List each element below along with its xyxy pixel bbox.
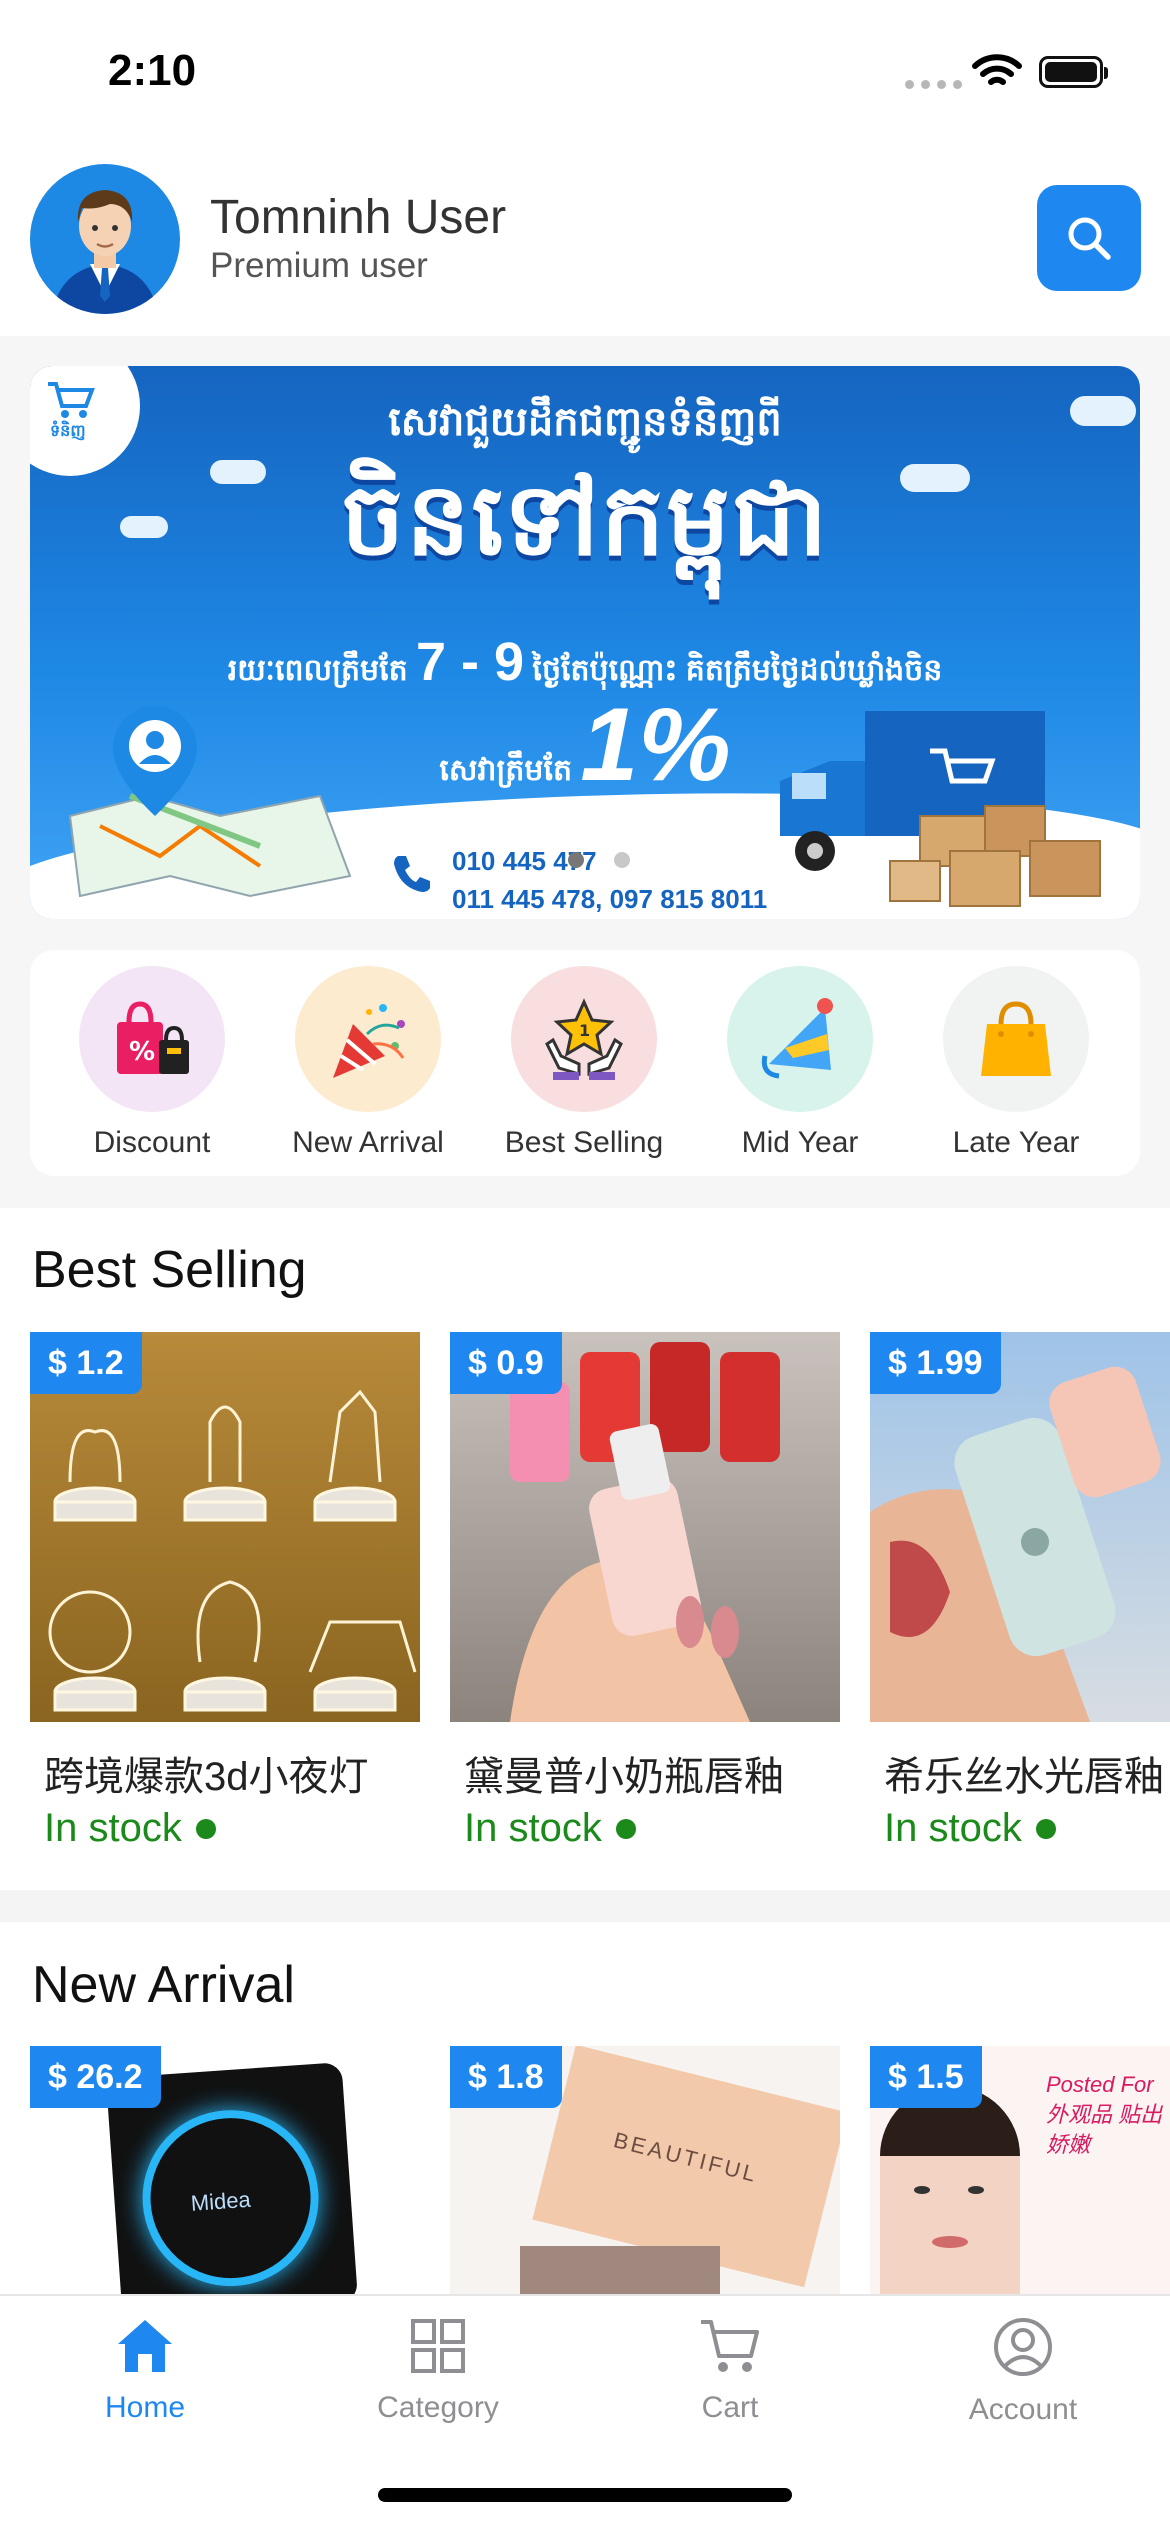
nav-label: Cart — [701, 2391, 759, 2424]
nav-label: Home — [104, 2391, 186, 2424]
product-card[interactable]: Posted For 外观品 贴出娇嫩 $ 1.5 — [870, 2046, 1170, 2296]
home-indicator — [378, 2488, 792, 2502]
nav-label: Category — [377, 2391, 499, 2424]
category-discount[interactable]: % Discount — [54, 966, 250, 1160]
section-title-new-arrival: New Arrival — [32, 1956, 295, 2014]
category-label: Mid Year — [741, 1126, 859, 1159]
nav-label: Account — [968, 2393, 1078, 2426]
product-image: BEAUTIFUL $ 1.8 — [450, 2046, 840, 2296]
user-role: Premium user — [210, 246, 428, 285]
category-new-arrival[interactable]: New Arrival — [270, 966, 466, 1160]
product-card[interactable]: $ 1.99 希乐丝水光唇釉 In stock — [870, 1332, 1170, 1851]
category-label: Late Year — [952, 1126, 1080, 1159]
status-time: 2:10 — [108, 46, 197, 95]
product-card[interactable]: BEAUTIFUL $ 1.8 — [450, 2046, 840, 2296]
nav-account[interactable]: Account — [913, 2316, 1133, 2427]
nav-home[interactable]: Home — [35, 2316, 255, 2425]
banner-phones: 010 445 477 011 445 478, 097 815 8011 — [452, 846, 768, 914]
stock-status: In stock — [464, 1806, 840, 1851]
shopping-bag-icon — [981, 1001, 1051, 1076]
category-shortcuts: % Discount New Arrival 1 Best Selling Mi… — [30, 950, 1140, 1176]
user-name: Tomninh User — [210, 191, 507, 244]
product-image: $ 1.99 — [870, 1332, 1170, 1722]
banner-line1: សេវាជួយដឹកជញ្ជូនទំនិញពី — [388, 400, 782, 444]
product-image-text: BEAUTIFUL — [611, 2127, 761, 2188]
product-card[interactable]: $ 1.2 跨境爆款3d小夜灯 In stock — [30, 1332, 420, 1851]
product-card[interactable]: $ 0.9 黛曼普小奶瓶唇釉 In stock — [450, 1332, 840, 1851]
price-badge: $ 0.9 — [450, 1332, 562, 1394]
stock-status: In stock — [884, 1806, 1170, 1851]
avatar[interactable] — [30, 164, 180, 314]
svg-text:1: 1 — [579, 1021, 590, 1040]
svg-text:%: % — [129, 1037, 155, 1067]
section-divider — [0, 1890, 1170, 1922]
user-avatar-icon — [52, 190, 158, 314]
price-badge: $ 26.2 — [30, 2046, 161, 2108]
party-popper-icon — [333, 1004, 405, 1078]
product-image: Posted For 外观品 贴出娇嫩 $ 1.5 — [870, 2046, 1170, 2296]
phone-icon — [394, 856, 430, 892]
price-badge: $ 1.99 — [870, 1332, 1001, 1394]
in-stock-dot-icon — [615, 1818, 636, 1839]
carousel-dot-active[interactable] — [568, 852, 584, 868]
search-icon — [1068, 217, 1111, 260]
face-mask-model-image — [880, 2086, 1020, 2296]
in-stock-dot-icon — [1035, 1818, 1056, 1839]
category-mid-year[interactable]: Mid Year — [702, 966, 898, 1160]
category-label: Best Selling — [504, 1126, 664, 1159]
section-title-best-selling: Best Selling — [32, 1241, 307, 1299]
in-stock-dot-icon — [195, 1818, 216, 1839]
category-label: Discount — [93, 1126, 211, 1159]
product-name: 希乐丝水光唇釉 — [884, 1755, 1164, 1799]
category-label: New Arrival — [292, 1126, 444, 1159]
carousel-dot[interactable] — [614, 852, 630, 868]
grid-icon — [411, 2319, 465, 2373]
category-icon-circle — [943, 966, 1089, 1112]
category-icon-circle: 1 — [511, 966, 657, 1112]
stock-status: In stock — [44, 1806, 420, 1851]
product-card[interactable]: Midea $ 26.2 — [30, 2046, 420, 2296]
product-image: Midea $ 26.2 — [30, 2046, 420, 2296]
shopping-bags-icon: % — [117, 1001, 189, 1074]
product-name: 跨境爆款3d小夜灯 — [44, 1755, 369, 1799]
party-hat-icon — [761, 998, 833, 1079]
promo-banner[interactable]: ទំនិញ សេវាជួយដឹកជញ្ជូនទំនិញពី ចិនទៅកម្ពុ… — [30, 366, 1140, 919]
trophy-hands-icon: 1 — [545, 998, 623, 1080]
product-image-brand: Midea — [189, 2186, 252, 2216]
price-badge: $ 1.8 — [450, 2046, 562, 2108]
wifi-icon — [972, 54, 1022, 85]
category-icon-circle — [727, 966, 873, 1112]
product-image-text: Posted For 外观品 贴出娇嫩 — [1046, 2072, 1163, 2157]
account-icon — [994, 2318, 1052, 2376]
category-icon-circle: % — [79, 966, 225, 1112]
category-icon-circle — [295, 966, 441, 1112]
product-image: $ 0.9 — [450, 1332, 840, 1722]
banner-headline: ចិនទៅកម្ពុជា — [340, 464, 830, 576]
search-button[interactable] — [1037, 185, 1141, 291]
price-badge: $ 1.5 — [870, 2046, 982, 2108]
cart-icon — [701, 2320, 759, 2372]
battery-icon — [1039, 56, 1108, 88]
cellular-signal-icon — [905, 80, 962, 89]
category-best-selling[interactable]: 1 Best Selling — [486, 966, 682, 1160]
price-badge: $ 1.2 — [30, 1332, 142, 1394]
product-name: 黛曼普小奶瓶唇釉 — [464, 1755, 784, 1799]
home-icon — [118, 2320, 172, 2372]
category-late-year[interactable]: Late Year — [918, 966, 1114, 1160]
nav-category[interactable]: Category — [328, 2316, 548, 2425]
delivery-truck-icon — [780, 711, 1101, 907]
product-image: $ 1.2 — [30, 1332, 420, 1722]
map-pin-icon — [68, 706, 352, 898]
nav-cart[interactable]: Cart — [620, 2316, 840, 2425]
